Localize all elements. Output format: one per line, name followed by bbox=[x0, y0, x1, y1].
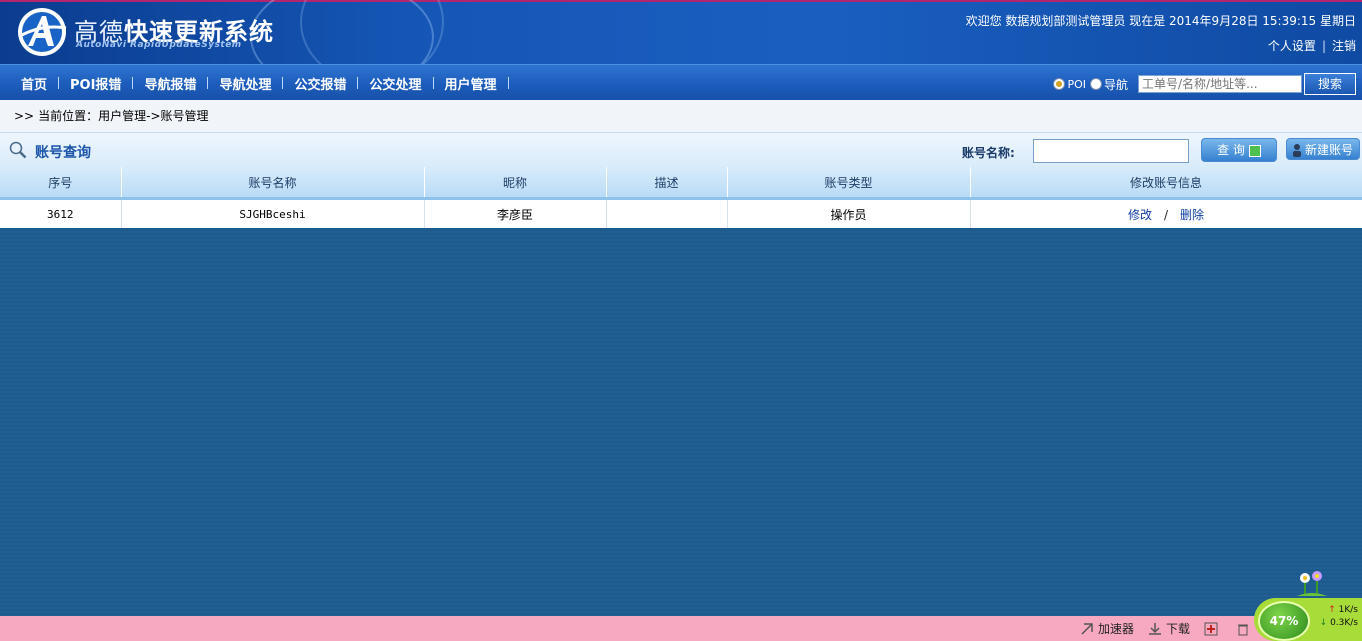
radio-navigation[interactable] bbox=[1089, 78, 1102, 90]
action-separator: / bbox=[1163, 207, 1169, 222]
download-arrow-icon: ↓ bbox=[1319, 618, 1328, 628]
cell-account-type: 操作员 bbox=[727, 198, 971, 228]
query-button-label: 查 询 bbox=[1217, 143, 1245, 157]
cell-nickname: 李彦臣 bbox=[424, 198, 607, 228]
app-header: 高德快速更新系统 AutoNavi RapidUpdateSystem 欢迎您 … bbox=[0, 0, 1362, 64]
autonavi-logo-icon bbox=[18, 8, 67, 56]
radio-poi[interactable] bbox=[1053, 78, 1066, 90]
user-icon bbox=[1293, 144, 1301, 157]
user-menu-separator: | bbox=[1321, 39, 1326, 53]
radio-poi-label: POI bbox=[1067, 77, 1086, 91]
browser-status-bar: 加速器 下载 bbox=[0, 616, 1362, 641]
edit-link[interactable]: 修改 bbox=[1128, 208, 1152, 222]
add-tab-icon[interactable] bbox=[1204, 622, 1218, 636]
col-nickname: 昵称 bbox=[424, 167, 607, 200]
memory-percent-badge: 47% bbox=[1258, 601, 1310, 641]
download-label[interactable]: 下载 bbox=[1166, 620, 1190, 637]
cell-actions: 修改 / 删除 bbox=[970, 198, 1362, 228]
new-account-label: 新建账号 bbox=[1304, 143, 1353, 157]
network-speed-widget[interactable]: 47% ↑ 1K/s ↓ 0.3K/s bbox=[1254, 598, 1362, 641]
upload-arrow-icon: ↑ bbox=[1328, 605, 1336, 615]
header-decoration-2 bbox=[300, 0, 444, 64]
download-icon[interactable] bbox=[1148, 622, 1162, 636]
search-button[interactable]: 搜索 bbox=[1304, 73, 1356, 95]
delete-link[interactable]: 删除 bbox=[1180, 208, 1204, 222]
query-button[interactable]: 查 询 bbox=[1201, 138, 1277, 162]
col-id: 序号 bbox=[0, 167, 122, 200]
col-account-type: 账号类型 bbox=[727, 167, 971, 200]
network-rates: ↑ 1K/s ↓ 0.3K/s bbox=[1312, 604, 1358, 630]
nav-navigation-report[interactable]: 导航报错 bbox=[133, 74, 207, 93]
col-description: 描述 bbox=[606, 167, 728, 200]
accelerator-icon[interactable] bbox=[1080, 622, 1094, 636]
nav-navigation-process[interactable]: 导航处理 bbox=[208, 74, 282, 93]
new-account-button[interactable]: 新建账号 bbox=[1286, 138, 1360, 160]
upload-rate: 1K/s bbox=[1338, 605, 1358, 615]
header-top-line bbox=[0, 0, 1362, 2]
cell-account-name: SJGHBceshi bbox=[121, 198, 425, 228]
logout-link[interactable]: 注销 bbox=[1332, 39, 1356, 53]
logo-subtitle: AutoNavi RapidUpdateSystem bbox=[76, 40, 242, 50]
breadcrumb-text: 当前位置：用户管理->账号管理 bbox=[38, 109, 209, 123]
trash-icon[interactable] bbox=[1236, 622, 1250, 636]
nav-home[interactable]: 首页 bbox=[10, 74, 58, 93]
magnifier-icon bbox=[9, 141, 27, 159]
table-row: 3612 SJGHBceshi 李彦臣 操作员 修改 / 删除 bbox=[0, 198, 1362, 228]
main-nav: 首页 POI报错 导航报错 导航处理 公交报错 公交处理 用户管理 POI 导航… bbox=[0, 64, 1362, 101]
search-input[interactable] bbox=[1138, 75, 1302, 93]
panel-title: 账号查询 bbox=[35, 145, 91, 161]
col-account-name: 账号名称 bbox=[121, 167, 425, 200]
nav-transit-report[interactable]: 公交报错 bbox=[283, 74, 357, 93]
account-name-input[interactable] bbox=[1033, 139, 1189, 163]
breadcrumb: >> 当前位置：用户管理->账号管理 bbox=[0, 100, 1362, 132]
content-background bbox=[0, 229, 1362, 616]
nav-transit-process[interactable]: 公交处理 bbox=[358, 74, 432, 93]
nav-user-management[interactable]: 用户管理 bbox=[434, 74, 508, 93]
account-query-panel: 账号查询 账号名称: 查 询 新建账号 bbox=[0, 132, 1362, 167]
search-zone: POI 导航 搜索 bbox=[1053, 73, 1356, 95]
flower-decoration-icon bbox=[1297, 571, 1327, 596]
personal-settings-link[interactable]: 个人设置 bbox=[1268, 39, 1316, 53]
nav-divider bbox=[507, 77, 509, 89]
download-rate: 0.3K/s bbox=[1330, 618, 1358, 628]
welcome-text: 欢迎您 数据规划部测试管理员 现在是 2014年9月28日 15:39:15 星… bbox=[965, 14, 1356, 28]
cell-description bbox=[606, 198, 728, 228]
cell-id: 3612 bbox=[0, 198, 122, 228]
nav-items: 首页 POI报错 导航报错 导航处理 公交报错 公交处理 用户管理 bbox=[10, 65, 509, 101]
user-menu: 个人设置 | 注销 bbox=[1268, 37, 1356, 54]
query-icon bbox=[1248, 144, 1261, 157]
breadcrumb-arrow-icon: >> bbox=[14, 109, 35, 123]
nav-poi-report[interactable]: POI报错 bbox=[59, 74, 132, 93]
radio-navigation-label: 导航 bbox=[1103, 77, 1128, 92]
account-table: 序号 账号名称 昵称 描述 账号类型 修改账号信息 3612 SJGHBcesh… bbox=[0, 167, 1362, 228]
accelerator-label[interactable]: 加速器 bbox=[1098, 620, 1134, 637]
col-edit-info: 修改账号信息 bbox=[970, 167, 1362, 200]
table-header-row: 序号 账号名称 昵称 描述 账号类型 修改账号信息 bbox=[0, 167, 1362, 200]
status-bar-tools: 加速器 下载 bbox=[1066, 620, 1254, 637]
account-name-label: 账号名称: bbox=[962, 146, 1015, 160]
